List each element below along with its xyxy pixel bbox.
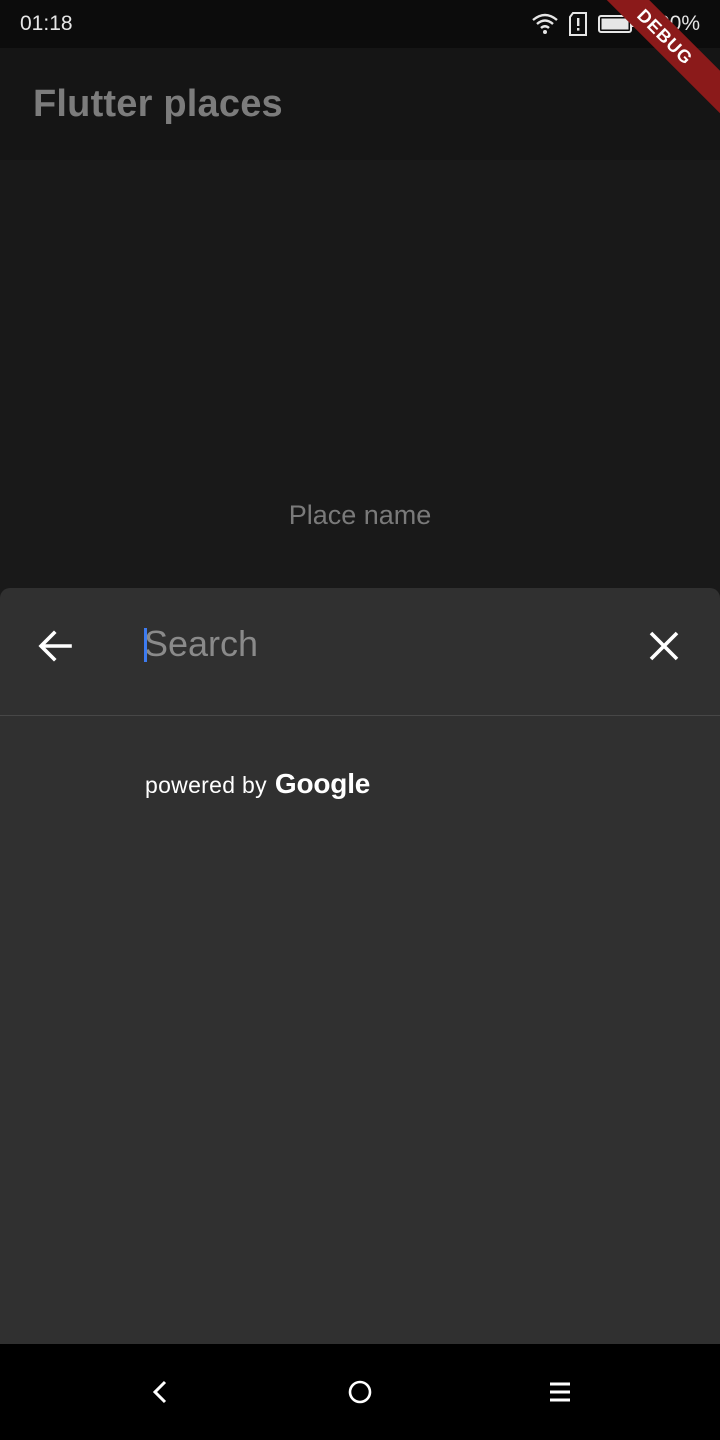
system-nav-bar [0,1344,720,1440]
text-cursor [144,628,147,662]
search-sheet: powered by Google [0,588,720,1344]
app-bar: Flutter places [0,48,720,160]
back-button[interactable] [34,624,78,668]
nav-menu-button[interactable] [540,1372,580,1412]
powered-by-text: powered by [145,772,267,798]
arrow-left-icon [38,630,72,662]
nav-home-button[interactable] [340,1372,380,1412]
nav-back-button[interactable] [140,1372,180,1412]
place-name-label: Place name [288,500,432,530]
status-time: 01:18 [20,12,73,35]
battery-icon [598,14,636,34]
status-bar: 01:18 100% [0,0,720,48]
status-icons: 100% [532,12,700,36]
page-title: Flutter places [33,82,283,125]
powered-by-google-logo: powered by Google [145,768,370,800]
clear-button[interactable] [642,624,686,668]
chevron-left-icon [152,1380,167,1404]
close-icon [649,631,679,661]
search-row [0,588,720,716]
sim-alert-icon [568,12,588,36]
search-input[interactable] [144,612,614,676]
menu-icon [550,1382,570,1402]
wifi-icon [532,13,559,35]
battery-percent: 100% [646,12,700,35]
home-circle-icon [348,1380,372,1404]
google-wordmark: Google [274,768,371,799]
